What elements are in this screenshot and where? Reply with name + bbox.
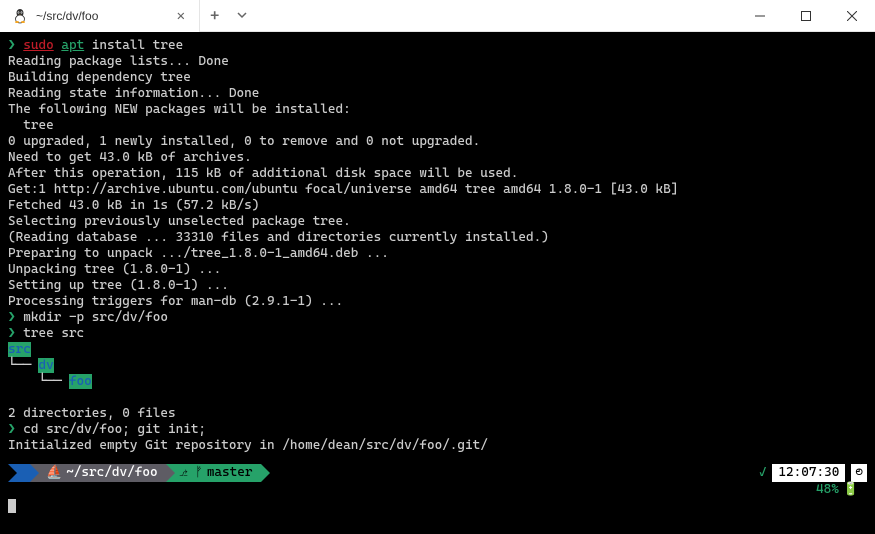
- clock-icon: ◴: [851, 464, 867, 482]
- terminal-line: └── dv: [8, 358, 867, 374]
- status-seg-end-arrow: [261, 464, 270, 482]
- terminal-tab[interactable]: ~/src/dv/foo ✕: [0, 0, 200, 32]
- maximize-button[interactable]: [783, 0, 829, 32]
- terminal-line: Building dependency tree: [8, 70, 867, 86]
- title-bar: ~/src/dv/foo ✕ +: [0, 0, 875, 32]
- prompt-line: [8, 498, 867, 514]
- terminal-line: The following NEW packages will be insta…: [8, 102, 867, 118]
- minimize-button[interactable]: [737, 0, 783, 32]
- status-branch: master: [207, 465, 253, 481]
- terminal-line: Setting up tree (1.8.0-1) ...: [8, 278, 867, 294]
- close-tab-button[interactable]: ✕: [175, 8, 187, 24]
- cursor: [8, 499, 16, 513]
- terminal-line: Need to get 43.0 kB of archives.: [8, 150, 867, 166]
- terminal-line: Unpacking tree (1.8.0-1) ...: [8, 262, 867, 278]
- terminal-line: [8, 390, 867, 406]
- tab-title: ~/src/dv/foo: [36, 9, 98, 23]
- terminal-line: Selecting previously unselected package …: [8, 214, 867, 230]
- battery-icon: 🔋: [843, 482, 859, 498]
- status-seg-path: ⛵ ~/src/dv/foo: [30, 464, 166, 482]
- terminal-line: After this operation, 115 kB of addition…: [8, 166, 867, 182]
- branch-icon: ⎇ ᚠ: [180, 465, 203, 481]
- terminal-line: (Reading database ... 33310 files and di…: [8, 230, 867, 246]
- terminal-line: 2 directories, 0 files: [8, 406, 867, 422]
- status-clock: 12:07:30: [772, 464, 845, 482]
- status-seg-branch: ⎇ ᚠ master: [166, 464, 261, 482]
- terminal-content[interactable]: ❯ sudo apt install treeReading package l…: [0, 32, 875, 534]
- terminal-line: ❯ tree src: [8, 326, 867, 342]
- status-seg-shell: [8, 464, 30, 482]
- terminal-line: Reading package lists... Done: [8, 54, 867, 70]
- tux-icon: [12, 8, 28, 24]
- battery-status: 48% 🔋: [8, 482, 867, 498]
- window-controls: [737, 0, 875, 32]
- check-icon: ✓: [759, 465, 767, 481]
- tab-dropdown-button[interactable]: [229, 9, 255, 23]
- terminal-line: tree: [8, 118, 867, 134]
- terminal-line: └── foo: [8, 374, 867, 390]
- new-tab-button[interactable]: +: [200, 6, 229, 25]
- terminal-line: ❯ mkdir -p src/dv/foo: [8, 310, 867, 326]
- wsl-icon: ⛵: [46, 465, 62, 481]
- terminal-line: Initialized empty Git repository in /hom…: [8, 438, 867, 454]
- status-path: ~/src/dv/foo: [66, 465, 157, 481]
- terminal-line: Preparing to unpack .../tree_1.8.0-1_amd…: [8, 246, 867, 262]
- terminal-line: Fetched 43.0 kB in 1s (57.2 kB/s): [8, 198, 867, 214]
- terminal-line: src: [8, 342, 867, 358]
- terminal-line: Reading state information... Done: [8, 86, 867, 102]
- terminal-line: ❯ cd src/dv/foo; git init;: [8, 422, 867, 438]
- terminal-line: ❯ sudo apt install tree: [8, 38, 867, 54]
- powerline-status: ⛵ ~/src/dv/foo ⎇ ᚠ master ✓ 12:07:30 ◴: [8, 464, 867, 482]
- close-window-button[interactable]: [829, 0, 875, 32]
- battery-percent: 48%: [816, 482, 839, 498]
- terminal-line: Processing triggers for man-db (2.9.1-1)…: [8, 294, 867, 310]
- terminal-line: 0 upgraded, 1 newly installed, 0 to remo…: [8, 134, 867, 150]
- terminal-line: Get:1 http://archive.ubuntu.com/ubuntu f…: [8, 182, 867, 198]
